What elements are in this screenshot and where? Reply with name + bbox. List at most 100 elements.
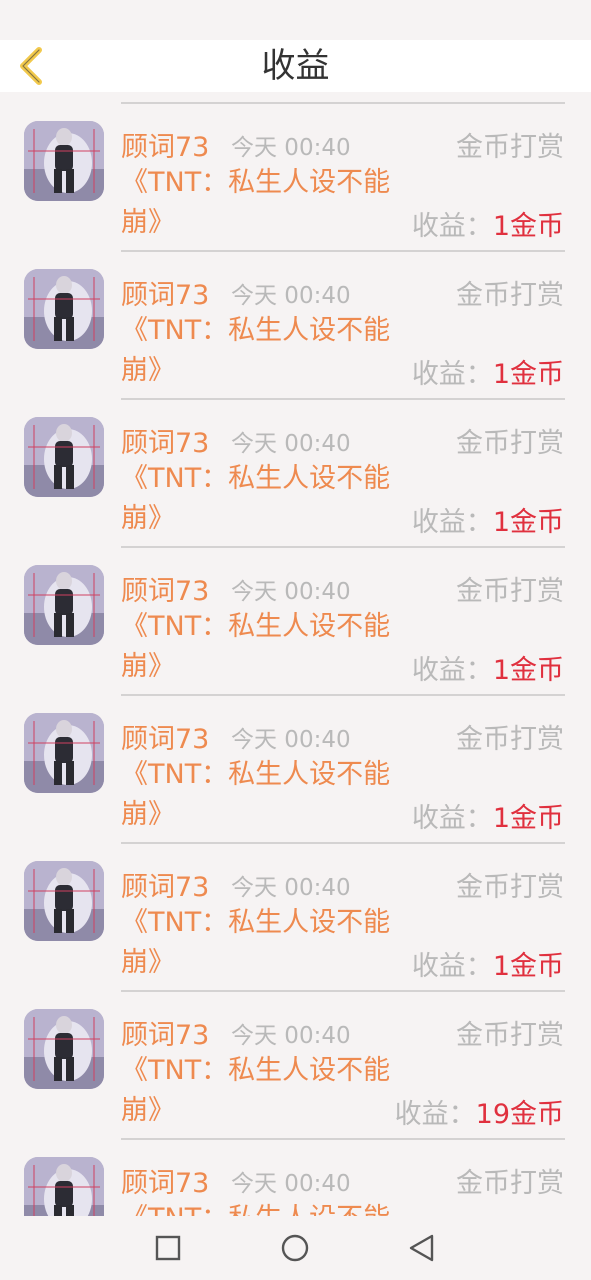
user-avatar[interactable] [24,1157,104,1216]
income-label: 收益： [411,211,493,242]
record-time: 今天 00:40 [231,431,351,457]
income-record[interactable]: 顾词73 今天 00:40 金币打赏 《TNT：私生人设不能崩》 收益：1金币 [0,697,591,845]
record-income: 收益：1金币 [412,92,564,95]
record-time: 今天 00:40 [231,135,351,161]
status-bar [0,0,591,40]
record-time: 今天 00:40 [231,1171,351,1197]
record-time: 今天 00:40 [231,1023,351,1049]
divider [121,398,565,400]
income-record[interactable]: 顾词73 今天 00:40 金币打赏 《TNT：私生人设不能崩》 收益：1金币 [0,92,591,105]
income-amount: 1金币 [492,359,564,390]
chevron-left-icon [20,47,42,85]
square-icon [155,1235,181,1261]
income-record[interactable]: 顾词73 今天 00:40 金币打赏 《TNT：私生人设不能崩》 收益：19金币 [0,993,591,1141]
record-username[interactable]: 顾词73 [121,421,209,460]
income-record[interactable]: 顾词73 今天 00:40 金币打赏 《TNT：私生人设不能崩》 收益：1金币 [0,549,591,697]
record-type: 金币打赏 [456,280,564,311]
income-list: 顾词73 今天 00:40 金币打赏 《TNT：私生人设不能崩》 收益：1金币 … [0,92,591,1216]
record-type: 金币打赏 [456,872,564,903]
user-avatar[interactable] [24,1009,104,1089]
record-book-title[interactable]: 《TNT：私生人设不能崩》 [121,1051,396,1131]
income-amount: 1金币 [492,211,564,242]
user-avatar[interactable] [24,269,104,349]
user-avatar[interactable] [24,417,104,497]
page-title: 收益 [261,46,330,86]
user-avatar[interactable] [24,861,104,941]
nav-home-button[interactable] [278,1231,312,1265]
divider [121,990,565,992]
income-label: 收益： [412,92,493,94]
circle-icon [281,1234,309,1262]
income-label: 收益： [411,655,493,686]
income-amount: 1金币 [492,655,564,686]
income-record[interactable]: 顾词73 今天 00:40 金币打赏 《TNT：私生人设不能崩》 收益：1金币 [0,845,591,993]
record-time: 今天 00:40 [231,875,351,901]
record-username[interactable]: 顾词73 [121,1161,209,1200]
record-book-title[interactable]: 《TNT：私生人设不能崩》 [121,607,396,687]
record-book-title[interactable]: 《TNT：私生人设不能崩》 [121,1199,396,1216]
record-username[interactable]: 顾词73 [121,273,209,312]
income-label: 收益： [411,359,493,390]
record-type: 金币打赏 [456,132,564,163]
divider [121,102,565,104]
avatar-photo [24,713,104,793]
avatar-photo [24,861,104,941]
income-label: 收益： [411,803,493,834]
record-type: 金币打赏 [456,576,564,607]
user-avatar[interactable] [24,565,104,645]
record-book-title[interactable]: 《TNT：私生人设不能崩》 [121,92,396,95]
record-time: 今天 00:40 [231,283,351,309]
system-nav-bar [0,1216,591,1280]
nav-recents-button[interactable] [151,1231,185,1265]
divider [121,694,565,696]
income-record[interactable]: 顾词73 今天 00:40 金币打赏 《TNT：私生人设不能崩》 收益：1金币 [0,253,591,401]
income-record[interactable]: 顾词73 今天 00:40 金币打赏 《TNT：私生人设不能崩》 收益：19金币 [0,1141,591,1216]
avatar-photo [24,269,104,349]
income-label: 收益： [394,1099,476,1130]
record-username[interactable]: 顾词73 [121,569,209,608]
income-record[interactable]: 顾词73 今天 00:40 金币打赏 《TNT：私生人设不能崩》 收益：1金币 [0,401,591,549]
income-label: 收益： [411,951,493,982]
income-record[interactable]: 顾词73 今天 00:40 金币打赏 《TNT：私生人设不能崩》 收益：1金币 [0,105,591,253]
nav-back-button[interactable] [404,1231,438,1265]
avatar-photo [24,1009,104,1089]
record-username[interactable]: 顾词73 [121,1013,209,1052]
back-button[interactable] [12,46,52,86]
income-amount: 1金币 [492,803,564,834]
record-type: 金币打赏 [456,1020,564,1051]
record-book-title[interactable]: 《TNT：私生人设不能崩》 [121,903,396,983]
avatar-photo [24,565,104,645]
record-income: 收益：1金币 [412,352,564,391]
avatar-photo [24,417,104,497]
record-income: 收益：1金币 [412,796,564,835]
avatar-photo [24,121,104,201]
triangle-back-icon [409,1234,434,1262]
record-income: 收益：19金币 [395,1092,564,1131]
income-amount: 1金币 [492,951,564,982]
record-type: 金币打赏 [456,428,564,459]
divider [121,1138,565,1140]
record-book-title[interactable]: 《TNT：私生人设不能崩》 [121,755,396,835]
income-amount: 1金币 [493,92,564,94]
record-book-title[interactable]: 《TNT：私生人设不能崩》 [121,163,396,243]
avatar-photo [24,1157,104,1216]
record-time: 今天 00:40 [231,579,351,605]
header: 收益 [0,40,591,92]
record-username[interactable]: 顾词73 [121,865,209,904]
income-amount: 1金币 [492,507,564,538]
record-username[interactable]: 顾词73 [121,717,209,756]
user-avatar[interactable] [24,713,104,793]
user-avatar[interactable] [24,121,104,201]
record-book-title[interactable]: 《TNT：私生人设不能崩》 [121,311,396,391]
record-type: 金币打赏 [456,1168,564,1199]
record-income: 收益：1金币 [412,944,564,983]
income-list-viewport[interactable]: 顾词73 今天 00:40 金币打赏 《TNT：私生人设不能崩》 收益：1金币 … [0,92,591,1216]
record-username[interactable]: 顾词73 [121,125,209,164]
income-label: 收益： [411,507,493,538]
record-type: 金币打赏 [456,724,564,755]
record-income: 收益：1金币 [412,204,564,243]
record-income: 收益：1金币 [412,500,564,539]
income-amount: 19金币 [475,1099,564,1130]
record-book-title[interactable]: 《TNT：私生人设不能崩》 [121,459,396,539]
record-income: 收益：1金币 [412,648,564,687]
